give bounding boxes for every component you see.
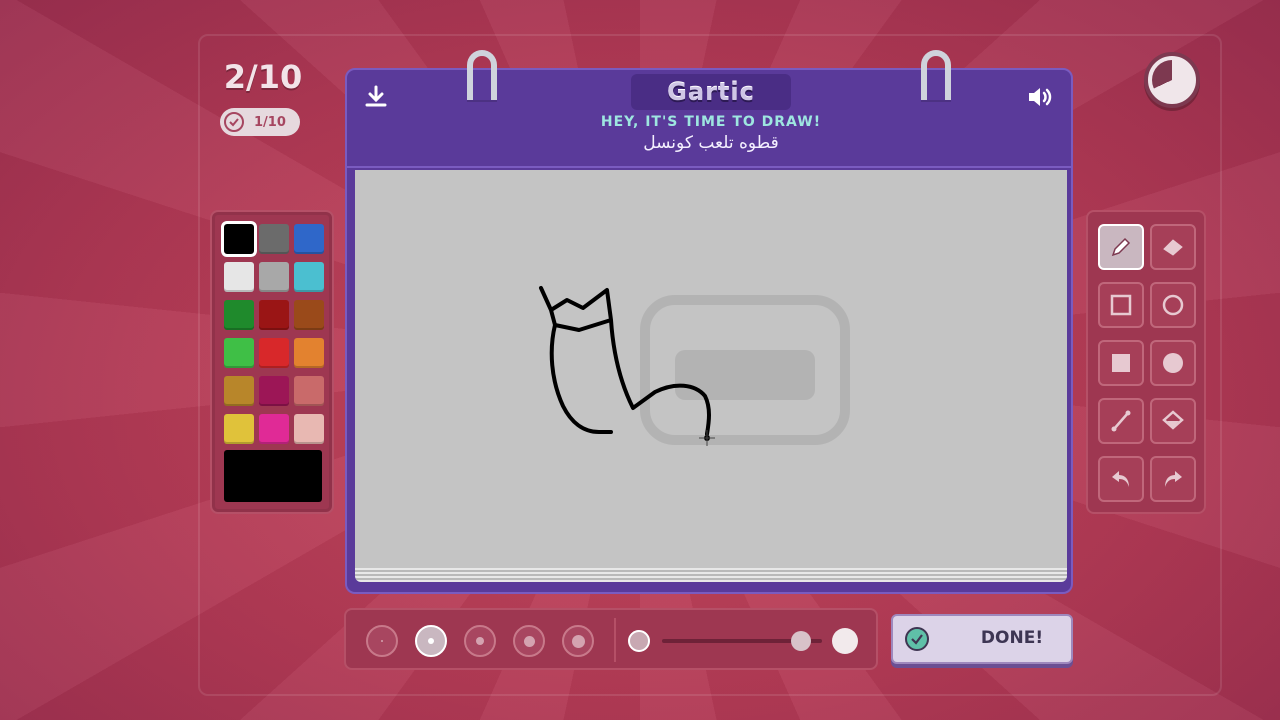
brush-size-option[interactable] bbox=[366, 625, 398, 657]
brush-size-option[interactable] bbox=[415, 625, 447, 657]
logo-tab: Gartic bbox=[631, 74, 791, 110]
color-palette bbox=[210, 210, 334, 514]
check-icon bbox=[224, 112, 244, 132]
brush-dot bbox=[523, 635, 535, 647]
color-swatch[interactable] bbox=[224, 300, 254, 330]
color-swatch[interactable] bbox=[294, 300, 324, 330]
round-counter: 2/10 bbox=[223, 58, 303, 96]
done-label: DONE! bbox=[980, 628, 1044, 648]
color-swatch[interactable] bbox=[259, 338, 289, 368]
toolbar-separator bbox=[614, 618, 616, 662]
color-swatch[interactable] bbox=[224, 414, 254, 444]
color-swatch[interactable] bbox=[259, 376, 289, 406]
opacity-max-icon[interactable] bbox=[832, 628, 858, 654]
progress-badge: 1/10 bbox=[220, 108, 300, 136]
square-filled-icon[interactable] bbox=[1098, 340, 1144, 386]
color-swatch[interactable] bbox=[259, 224, 289, 254]
line-icon[interactable] bbox=[1098, 398, 1144, 444]
color-swatch[interactable] bbox=[294, 262, 324, 292]
notebook-header: Gartic HEY, IT'S TIME TO DRAW! قطوه تلعب… bbox=[345, 68, 1073, 168]
progress-text: 1/10 bbox=[254, 114, 286, 130]
brush-dot bbox=[381, 640, 383, 642]
circle-outline-icon[interactable] bbox=[1150, 282, 1196, 328]
color-swatch[interactable] bbox=[224, 262, 254, 292]
color-swatch[interactable] bbox=[294, 414, 324, 444]
brush-dot bbox=[428, 638, 434, 644]
binder-ring-right bbox=[921, 50, 951, 100]
done-button[interactable]: DONE! bbox=[891, 614, 1073, 664]
current-color-preview bbox=[224, 450, 322, 502]
timer-icon bbox=[1144, 52, 1200, 108]
gartic-logo: Gartic bbox=[667, 78, 755, 106]
eraser-icon[interactable] bbox=[1150, 224, 1196, 270]
notebook-pages bbox=[355, 568, 1067, 582]
tools-panel bbox=[1086, 210, 1206, 514]
download-icon[interactable] bbox=[359, 80, 393, 114]
cat-drawing bbox=[539, 286, 715, 446]
speaker-icon[interactable] bbox=[1023, 80, 1057, 114]
binder-ring-left bbox=[467, 50, 497, 100]
color-swatch[interactable] bbox=[259, 414, 289, 444]
brush-size-option[interactable] bbox=[513, 625, 545, 657]
color-swatch[interactable] bbox=[259, 262, 289, 292]
square-outline-icon[interactable] bbox=[1098, 282, 1144, 328]
brush-dot bbox=[571, 634, 585, 648]
color-swatch[interactable] bbox=[259, 300, 289, 330]
opacity-slider-thumb[interactable] bbox=[791, 631, 812, 651]
prompt-title: HEY, IT'S TIME TO DRAW! bbox=[600, 114, 822, 130]
brush-toolbar bbox=[344, 608, 878, 670]
undo-icon[interactable] bbox=[1098, 456, 1144, 502]
prompt-text: قطوه تلعب كونسل bbox=[643, 133, 779, 153]
brush-size-option[interactable] bbox=[562, 625, 594, 657]
check-icon bbox=[905, 627, 929, 651]
timer-fill bbox=[1152, 60, 1192, 100]
opacity-min-icon[interactable] bbox=[628, 630, 650, 652]
redo-icon[interactable] bbox=[1150, 456, 1196, 502]
color-swatch[interactable] bbox=[294, 224, 324, 254]
drawing-canvas[interactable] bbox=[355, 170, 1067, 568]
circle-filled-icon[interactable] bbox=[1150, 340, 1196, 386]
brush-size-option[interactable] bbox=[464, 625, 496, 657]
color-swatch[interactable] bbox=[221, 221, 257, 257]
color-swatch[interactable] bbox=[294, 338, 324, 368]
notebook: Gartic HEY, IT'S TIME TO DRAW! قطوه تلعب… bbox=[345, 50, 1073, 594]
bucket-fill-icon[interactable] bbox=[1150, 398, 1196, 444]
brush-dot bbox=[476, 637, 484, 645]
notebook-body bbox=[345, 166, 1073, 594]
color-swatch[interactable] bbox=[294, 376, 324, 406]
color-swatch[interactable] bbox=[224, 338, 254, 368]
color-swatch[interactable] bbox=[224, 376, 254, 406]
pencil-icon[interactable] bbox=[1098, 224, 1144, 270]
